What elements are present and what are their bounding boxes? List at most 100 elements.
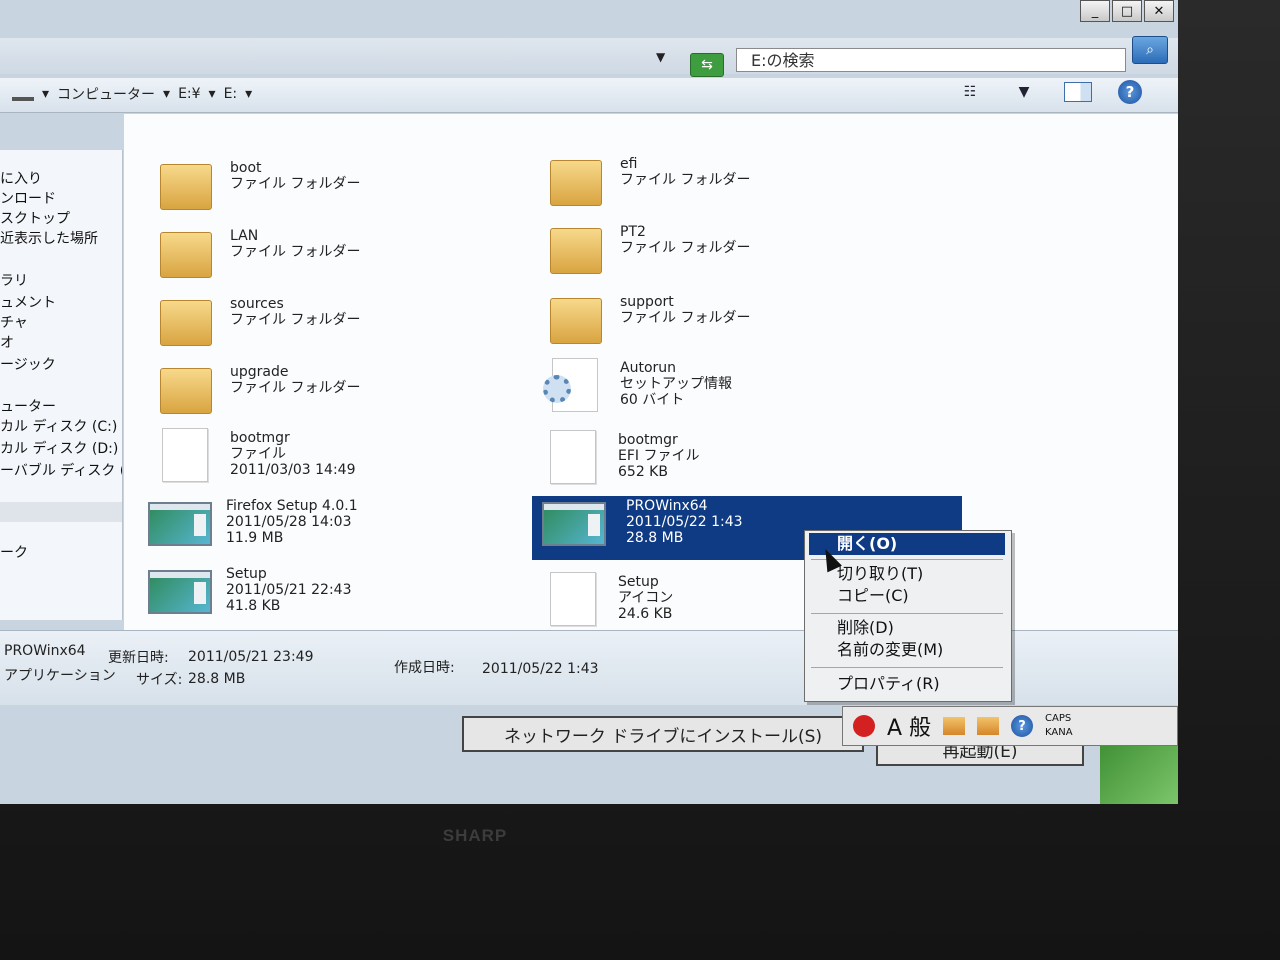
nav-item-desktop[interactable]: スクトップ bbox=[0, 208, 70, 228]
nav-item-drive-d[interactable]: カル ディスク (D:) bbox=[0, 438, 118, 458]
file-item[interactable]: upgrade ファイル フォルダー bbox=[152, 362, 482, 426]
menu-separator bbox=[811, 667, 1003, 668]
minimize-button[interactable]: _ bbox=[1080, 0, 1110, 22]
nav-item-downloads[interactable]: ンロード bbox=[0, 188, 56, 208]
kana-indicator: KANA bbox=[1045, 727, 1073, 738]
nav-item-documents[interactable]: ュメント bbox=[0, 292, 56, 312]
file-name: Setup bbox=[618, 574, 659, 590]
file-name: LAN bbox=[230, 228, 259, 244]
folder-icon bbox=[550, 160, 602, 206]
view-dropdown-icon[interactable]: ▼ bbox=[1010, 82, 1038, 102]
file-item[interactable]: PT2 ファイル フォルダー bbox=[542, 222, 872, 286]
file-item[interactable]: efi ファイル フォルダー bbox=[542, 154, 872, 218]
file-list: boot ファイル フォルダー LAN ファイル フォルダー sources ファイル… bbox=[124, 114, 1178, 630]
file-name: support bbox=[620, 294, 674, 310]
ime-tools-icon[interactable] bbox=[977, 717, 1000, 735]
menu-item-rename[interactable]: 名前の変更(M) bbox=[809, 639, 1005, 661]
language-bar: A 般 ? CAPS KANA bbox=[842, 706, 1178, 746]
caps-indicator: CAPS bbox=[1045, 713, 1072, 724]
file-type: ファイル フォルダー bbox=[230, 312, 361, 328]
nav-item-recent-places[interactable]: 近表示した場所 bbox=[0, 228, 98, 248]
file-type: ファイル フォルダー bbox=[620, 172, 751, 188]
nav-item-computer[interactable]: ューター bbox=[0, 396, 56, 416]
change-view-icon[interactable]: ☷ bbox=[956, 82, 984, 102]
chevron-down-icon[interactable]: ▾ bbox=[245, 86, 252, 102]
folder-icon bbox=[160, 164, 212, 210]
file-item[interactable]: sources ファイル フォルダー bbox=[152, 294, 482, 358]
help-icon[interactable]: ? bbox=[1011, 715, 1034, 737]
folder-icon bbox=[550, 228, 602, 274]
history-dropdown-icon[interactable]: ▼ bbox=[656, 50, 665, 64]
chevron-down-icon[interactable]: ▾ bbox=[42, 86, 49, 102]
ime-pad-icon[interactable] bbox=[943, 717, 966, 735]
search-icon: ⌕ bbox=[1146, 42, 1154, 58]
file-size: 60 バイト bbox=[620, 392, 685, 408]
input-mode[interactable]: A 般 bbox=[887, 710, 931, 742]
desktop-background bbox=[1100, 740, 1178, 804]
file-item[interactable]: bootmgr EFI ファイル 652 KB bbox=[540, 430, 870, 494]
refresh-icon: ⇆ bbox=[701, 57, 713, 73]
application-icon bbox=[148, 502, 212, 546]
file-item[interactable]: Autorun セットアップ情報 60 バイト bbox=[542, 358, 872, 422]
file-name: upgrade bbox=[230, 364, 289, 380]
preview-pane-icon[interactable] bbox=[1064, 82, 1092, 102]
application-icon bbox=[148, 570, 212, 614]
nav-item-favorites[interactable]: に入り bbox=[0, 168, 42, 188]
menu-item-open[interactable]: 開く(O) bbox=[809, 533, 1005, 555]
chevron-down-icon[interactable]: ▾ bbox=[209, 86, 216, 102]
file-date: 2011/03/03 14:49 bbox=[230, 462, 356, 478]
chevron-down-icon[interactable]: ▾ bbox=[163, 86, 170, 102]
drive-icon bbox=[12, 97, 34, 101]
details-modified-label: 更新日時: bbox=[108, 650, 169, 666]
help-icon[interactable]: ? bbox=[1118, 80, 1142, 104]
file-item[interactable]: Firefox Setup 4.0.1 2011/05/28 14:03 11.9 … bbox=[148, 496, 478, 560]
file-name: Firefox Setup 4.0.1 bbox=[226, 498, 358, 514]
nav-item-videos[interactable]: オ bbox=[0, 332, 14, 352]
address-row: ▼ ⇆ E:の検索 bbox=[0, 38, 1178, 77]
nav-item-music[interactable]: ージック bbox=[0, 354, 56, 374]
file-item[interactable]: boot ファイル フォルダー bbox=[152, 158, 482, 222]
file-type: ファイル フォルダー bbox=[620, 240, 751, 256]
menu-item-properties[interactable]: プロパティ(R) bbox=[809, 673, 1005, 695]
search-input[interactable]: E:の検索 bbox=[736, 48, 1126, 72]
refresh-button[interactable]: ⇆ bbox=[690, 53, 724, 77]
settings-gear-icon bbox=[543, 358, 598, 412]
file-type: EFI ファイル bbox=[618, 448, 700, 464]
file-size: 652 KB bbox=[618, 464, 668, 480]
nav-item-pictures[interactable]: チャ bbox=[0, 312, 28, 332]
breadcrumb-item-computer[interactable]: コンピューター bbox=[57, 84, 155, 104]
file-item[interactable]: LAN ファイル フォルダー bbox=[152, 226, 482, 290]
install-network-drive-button[interactable]: ネットワーク ドライブにインストール(S) bbox=[462, 716, 864, 752]
details-size-label: サイズ: bbox=[136, 672, 183, 688]
breadcrumb-item-e[interactable]: E: bbox=[224, 86, 238, 102]
file-item[interactable]: Setup 2011/05/21 22:43 41.8 KB bbox=[148, 564, 478, 628]
file-icon bbox=[162, 428, 208, 482]
file-item[interactable]: support ファイル フォルダー bbox=[542, 292, 872, 356]
breadcrumb-item-e-root[interactable]: E:¥ bbox=[178, 86, 200, 102]
folder-icon bbox=[160, 368, 212, 414]
ime-icon[interactable] bbox=[853, 715, 875, 737]
menu-item-copy[interactable]: コピー(C) bbox=[809, 585, 1005, 607]
close-button[interactable]: ✕ bbox=[1144, 0, 1174, 22]
file-type: アイコン bbox=[618, 590, 674, 606]
nav-item-network[interactable]: ーク bbox=[0, 542, 28, 562]
file-type: ファイル フォルダー bbox=[230, 380, 361, 396]
file-item[interactable]: bootmgr ファイル 2011/03/03 14:49 bbox=[152, 428, 482, 492]
nav-item-drive-e[interactable]: ーバブル ディスク (E bbox=[0, 460, 122, 480]
monitor-brand-logo: SHARP bbox=[442, 826, 508, 845]
file-icon bbox=[550, 430, 596, 484]
file-name: bootmgr bbox=[230, 430, 290, 446]
nav-item-libraries[interactable]: ラリ bbox=[0, 270, 28, 290]
search-button[interactable]: ⌕ bbox=[1132, 36, 1168, 64]
file-size: 41.8 KB bbox=[226, 598, 281, 614]
file-date: 2011/05/28 14:03 bbox=[226, 514, 352, 530]
screen: _ □ ✕ ▼ ⇆ E:の検索 ⌕ ▾ コンピューター ▾ E:¥ ▾ E: ▾… bbox=[0, 0, 1178, 804]
file-name: Autorun bbox=[620, 360, 677, 376]
nav-item-drive-c[interactable]: カル ディスク (C:) bbox=[0, 416, 117, 436]
menu-item-delete[interactable]: 削除(D) bbox=[809, 617, 1005, 639]
view-toolbar: ☷ ▼ ? bbox=[956, 80, 1142, 104]
breadcrumb[interactable]: ▾ コンピューター ▾ E:¥ ▾ E: ▾ bbox=[12, 83, 672, 105]
file-type: ファイル フォルダー bbox=[230, 244, 361, 260]
details-size-value: 28.8 MB bbox=[188, 671, 246, 687]
maximize-button[interactable]: □ bbox=[1112, 0, 1142, 22]
